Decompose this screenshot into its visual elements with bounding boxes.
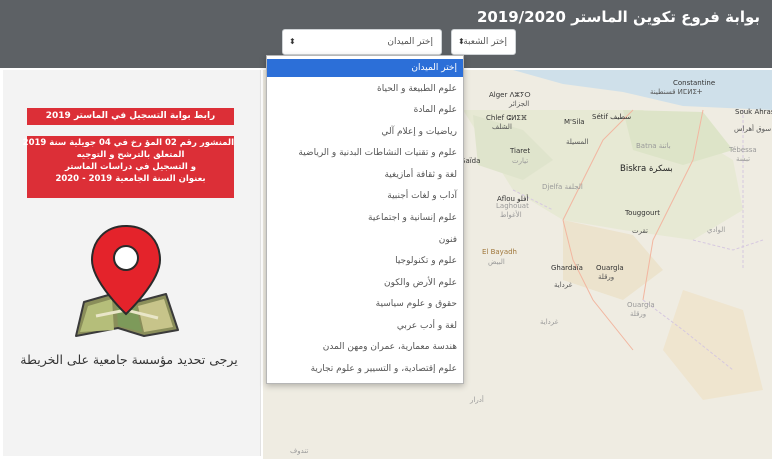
map-label: Tébessa bbox=[729, 146, 757, 154]
field-dropdown-list: إختر الميدان علوم الطبيعة و الحياة علوم … bbox=[266, 55, 464, 384]
dropdown-option[interactable]: علوم و تكنولوجيا bbox=[267, 252, 463, 270]
map-label: Ghardaïa bbox=[551, 264, 583, 272]
map-label: تبسة bbox=[736, 155, 751, 163]
circular-notice-link[interactable]: المنشور رقم 02 المؤ رخ في 04 جويلية سنة … bbox=[22, 136, 234, 198]
map-label: Laghouat bbox=[496, 202, 529, 210]
notice-line: المنشور رقم 02 المؤ رخ في 04 جويلية سنة … bbox=[22, 138, 234, 148]
map-label: المسيلة bbox=[566, 138, 589, 146]
dropdown-option[interactable]: حقوق و علوم سياسية bbox=[267, 295, 463, 313]
dropdown-option[interactable]: علوم و تقنيات النشاطات البدنية و الرياضي… bbox=[267, 144, 463, 162]
map-label: Ouargla bbox=[596, 264, 624, 272]
map-label: Souk Ahras bbox=[735, 108, 772, 116]
dropdown-option[interactable]: علوم إنسانية و اجتماعية bbox=[267, 209, 463, 227]
dropdown-option[interactable]: هندسة معمارية، عمران ومهن المدن bbox=[267, 338, 463, 356]
map-label: الأغواط bbox=[500, 211, 522, 219]
map-label: أدرار bbox=[470, 396, 484, 404]
page-title: بوابة فروع تكوين الماستر 2019/2020 bbox=[476, 8, 760, 26]
map-label: Djelfa الجلفة bbox=[542, 183, 583, 191]
notice-line: المتعلق بالترشح و التوجيه bbox=[76, 150, 185, 160]
map-label: الشلف bbox=[492, 123, 512, 131]
dropdown-option[interactable]: علوم المادة bbox=[267, 101, 463, 119]
map-label: ورقلة bbox=[598, 273, 615, 281]
map-label: البيض bbox=[488, 258, 505, 266]
map-label: Constantine bbox=[673, 79, 716, 87]
map-label: قسنطينة ⵍⵎⵍⵉⵜ bbox=[650, 88, 703, 96]
map-label: Sétif سطيف bbox=[592, 113, 632, 121]
dropdown-option[interactable]: فنون bbox=[267, 231, 463, 249]
dropdown-option[interactable]: آداب و لغات أجنبية bbox=[267, 187, 463, 205]
dropdown-option[interactable]: لغة و أدب عربي bbox=[267, 317, 463, 335]
map-label: Chlef ⵛⵍⵉⴼ bbox=[486, 114, 527, 122]
dropdown-option[interactable]: علوم إقتصادية، و التسيير و علوم تجارية bbox=[267, 360, 463, 378]
map-label: تيارت bbox=[512, 157, 529, 165]
notice-line: بعنوان السنة الجامعية 2019 - 2020 bbox=[55, 174, 206, 184]
dropdown-option[interactable]: إختر الميدان bbox=[267, 59, 463, 77]
map-label: سوق أهراس bbox=[734, 125, 772, 133]
map-label: M'Sila bbox=[564, 118, 585, 126]
field-select[interactable]: إختر الميدان ⬍ bbox=[282, 29, 442, 55]
map-label: Touggourt bbox=[625, 209, 661, 217]
registration-portal-link[interactable]: رابط بوابة التسجيل في الماستر 2019 bbox=[27, 108, 234, 125]
map-label: Biskra بسكرة bbox=[620, 164, 673, 174]
dropdown-option[interactable]: رياضيات و إعلام آلي bbox=[267, 123, 463, 141]
map-label: تقرت bbox=[632, 227, 648, 235]
map-label: Alger ⴷⵣⵢⵔ bbox=[489, 91, 531, 99]
map-label: الوادي bbox=[707, 226, 726, 234]
select-arrows-icon: ⬍ bbox=[458, 37, 465, 46]
notice-line: و التسجيل في دراسات الماستر bbox=[64, 162, 197, 172]
map-label: Batna باتنة bbox=[636, 142, 671, 150]
dropdown-option[interactable]: علوم الأرض والكون bbox=[267, 274, 463, 292]
field-select-value: إختر الميدان bbox=[387, 37, 433, 47]
map-label: Ouargla bbox=[627, 301, 655, 309]
dropdown-option[interactable]: علوم الطبيعة و الحياة bbox=[267, 80, 463, 98]
map-label: Tiaret bbox=[510, 147, 531, 155]
map-label: تندوف bbox=[290, 447, 309, 455]
map-label: الجزائر bbox=[509, 100, 530, 108]
map-label: غرداية bbox=[540, 318, 559, 326]
map-label: El Bayadh bbox=[482, 248, 517, 256]
map-label: غرداية bbox=[554, 281, 573, 289]
specialty-select-value: إختر الشعبة bbox=[463, 37, 507, 47]
map-pin-icon bbox=[75, 224, 179, 337]
specialty-select[interactable]: إختر الشعبة ⬍ bbox=[451, 29, 516, 55]
select-university-caption: يرجى تحديد مؤسسة جامعية على الخريطة bbox=[20, 352, 238, 367]
map-label: ورقلة bbox=[630, 310, 647, 318]
dropdown-option[interactable]: لغة و ثقافة أمازيغية bbox=[267, 166, 463, 184]
select-arrows-icon: ⬍ bbox=[289, 37, 296, 46]
